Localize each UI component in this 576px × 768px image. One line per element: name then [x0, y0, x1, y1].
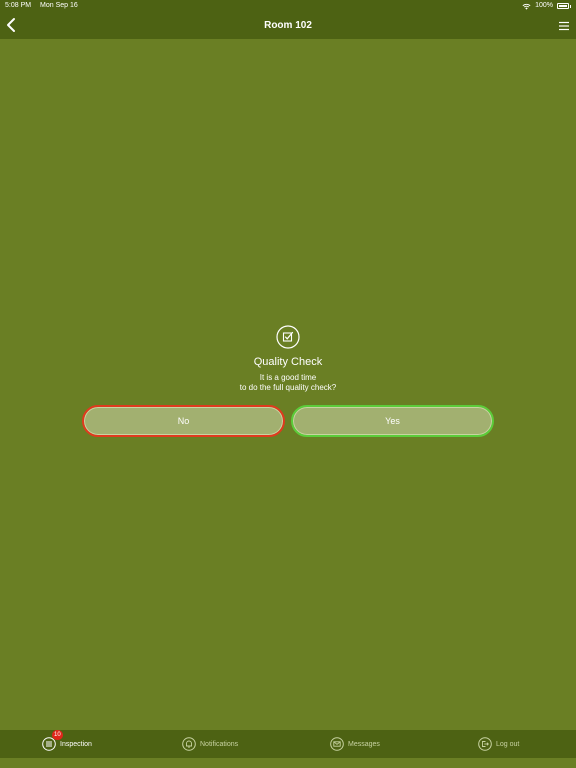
- tab-notifications[interactable]: Notifications: [182, 730, 238, 758]
- tab-messages[interactable]: Messages: [330, 730, 380, 758]
- status-bar: 5:08 PM Mon Sep 16 100%: [0, 0, 576, 12]
- menu-button[interactable]: [558, 19, 570, 31]
- page-title: Room 102: [264, 20, 312, 31]
- dialog-message: It is a good time to do the full quality…: [0, 373, 576, 393]
- tab-messages-label: Messages: [348, 740, 380, 748]
- tab-notifications-label: Notifications: [200, 740, 239, 748]
- wifi-icon: [522, 3, 531, 10]
- bottom-strip: [0, 758, 576, 768]
- tab-inspection-label: Inspection: [60, 740, 92, 748]
- dialog-buttons: No Yes: [82, 405, 494, 437]
- tab-logout[interactable]: Log out: [478, 730, 519, 758]
- hamburger-menu-icon: [559, 21, 569, 31]
- battery-icon: [557, 3, 569, 9]
- tab-bar: 10 Inspection Notifications Messages Log…: [0, 730, 576, 758]
- dialog-title: Quality Check: [253, 356, 323, 368]
- battery-tip: [570, 4, 571, 8]
- tab-logout-label: Log out: [496, 740, 520, 748]
- logout-icon: [478, 737, 492, 751]
- yes-button[interactable]: Yes: [291, 405, 494, 437]
- no-button[interactable]: No: [82, 405, 285, 437]
- main-content: Quality Check It is a good time to do th…: [0, 39, 576, 730]
- status-right: 100%: [522, 0, 571, 12]
- mail-icon: [330, 737, 344, 751]
- status-date: Mon Sep 16: [40, 2, 78, 9]
- battery-percent: 100%: [535, 2, 553, 9]
- tab-inspection[interactable]: 10 Inspection: [42, 730, 92, 758]
- quality-check-dialog: Quality Check It is a good time to do th…: [0, 325, 576, 393]
- checkbox-edit-icon: [276, 325, 300, 349]
- status-time: 5:08 PM: [5, 2, 32, 9]
- dialog-message-line-1: It is a good time: [259, 373, 317, 382]
- status-left: 5:08 PM Mon Sep 16: [5, 0, 85, 12]
- dialog-message-line-2: to do the full quality check?: [239, 383, 337, 392]
- nav-bar: Room 102: [0, 12, 576, 39]
- list-icon: 10: [42, 730, 63, 751]
- bell-icon: [182, 737, 196, 751]
- inspection-badge: 10: [52, 730, 63, 740]
